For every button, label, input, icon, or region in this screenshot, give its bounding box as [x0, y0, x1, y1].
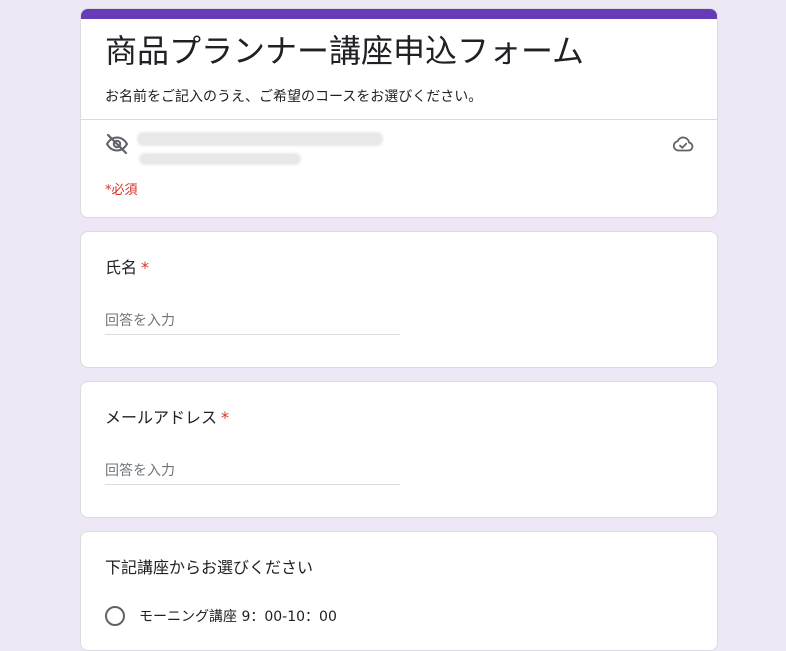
question-label-course: 下記講座からお選びください	[105, 558, 314, 577]
required-note: *必須	[105, 183, 138, 198]
radio-option-morning[interactable]: モーニング講座 9：00-10：00	[105, 604, 337, 628]
required-asterisk: *	[141, 258, 150, 277]
name-input[interactable]	[105, 308, 400, 335]
header-accent-bar	[81, 9, 717, 19]
question-label-email: メールアドレス *	[105, 407, 229, 429]
account-email-redacted	[137, 132, 383, 146]
radio-option-label: モーニング講座 9：00-10：00	[139, 609, 337, 625]
question-label-name: 氏名 *	[105, 257, 149, 279]
required-asterisk: *	[221, 408, 230, 427]
question-card-name: 氏名 *	[80, 231, 718, 368]
account-info-redacted	[139, 153, 301, 165]
question-card-course: 下記講座からお選びください モーニング講座 9：00-10：00	[80, 531, 718, 651]
form-header-card: 商品プランナー講座申込フォーム お名前をご記入のうえ、ご希望のコースをお選びくだ…	[80, 8, 718, 218]
form-title: 商品プランナー講座申込フォーム	[105, 32, 585, 70]
account-row	[81, 120, 717, 180]
cloud-done-icon	[671, 132, 695, 156]
form-description: お名前をご記入のうえ、ご希望のコースをお選びください。	[105, 89, 483, 105]
email-input[interactable]	[105, 458, 400, 485]
eye-off-icon[interactable]	[105, 132, 129, 156]
question-label-name-text: 氏名	[105, 258, 138, 277]
radio-button[interactable]	[105, 606, 125, 626]
question-label-email-text: メールアドレス	[105, 408, 218, 427]
question-card-email: メールアドレス *	[80, 381, 718, 518]
